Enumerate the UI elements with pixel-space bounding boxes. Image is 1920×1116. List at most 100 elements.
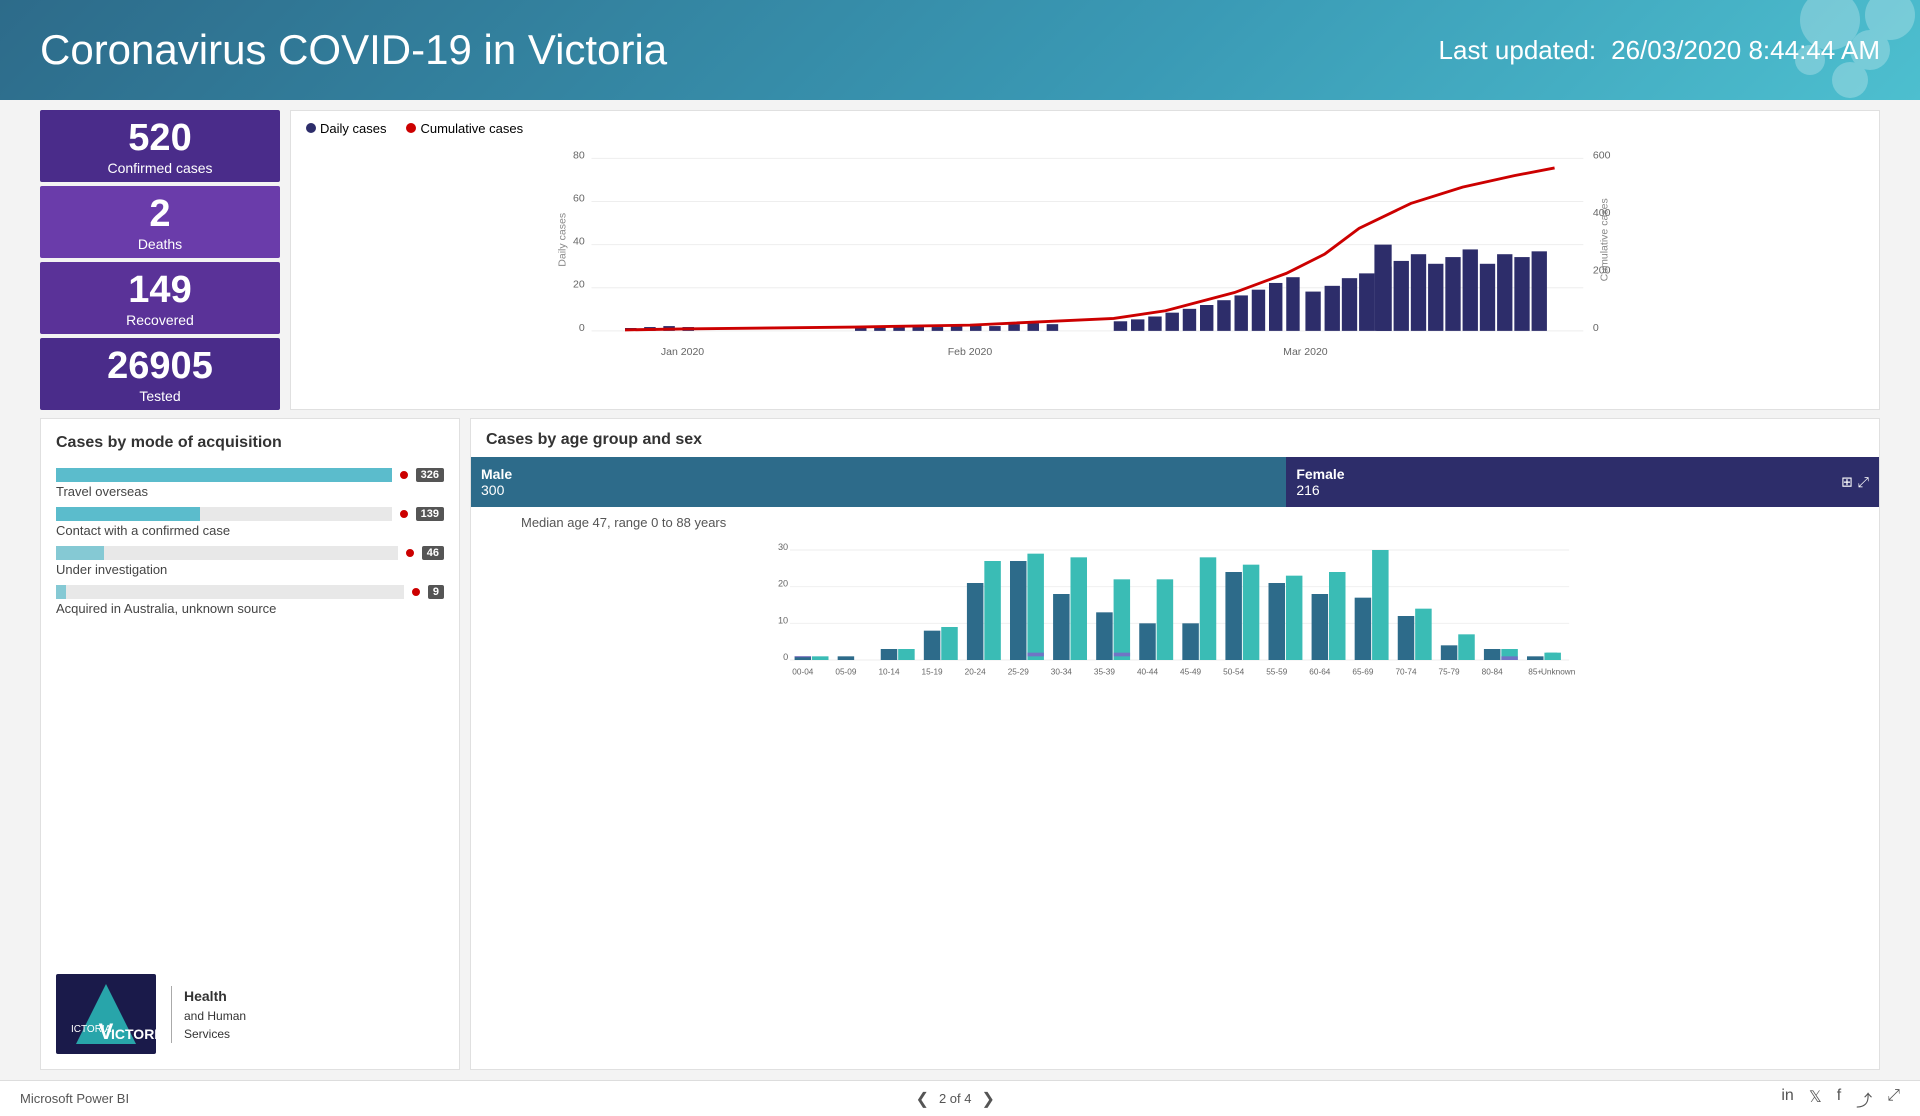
australia-dot (410, 586, 422, 598)
stats-column: 520 Confirmed cases 2 Deaths 149 Recover… (40, 110, 280, 410)
svg-text:Feb 2020: Feb 2020 (948, 346, 993, 358)
contact-value: 139 (416, 507, 444, 521)
svg-text:45-49: 45-49 (1180, 668, 1202, 677)
contact-dot (398, 508, 410, 520)
contact-bar-bg (56, 507, 392, 521)
cumulative-legend-label: Cumulative cases (420, 121, 523, 136)
footer-social-icons: in 𝕏 f ⤴ ⤢ (1781, 1087, 1900, 1111)
filter-icon[interactable]: ⊞ (1841, 474, 1853, 491)
male-label: Male (481, 466, 1276, 482)
acquisition-title: Cases by mode of acquisition (56, 434, 444, 452)
australia-value: 9 (428, 585, 444, 599)
svg-text:ICTORIA: ICTORIA (71, 1024, 112, 1035)
svg-text:00-04: 00-04 (792, 668, 814, 677)
svg-text:60: 60 (573, 193, 585, 205)
chart-legend: Daily cases Cumulative cases (306, 121, 1864, 136)
age-chart-container: 30 20 10 0 (471, 534, 1879, 1069)
travel-bar-fill (56, 468, 392, 482)
recovered-label: Recovered (126, 312, 194, 328)
svg-text:Unknown: Unknown (1541, 668, 1576, 677)
footer-nav: ❮ 2 of 4 ❯ (916, 1089, 995, 1109)
acq-travel-item: 326 Travel overseas (56, 468, 444, 499)
facebook-icon[interactable]: f (1837, 1087, 1841, 1111)
male-bar[interactable]: Male 300 (471, 457, 1286, 507)
svg-text:10-14: 10-14 (878, 668, 900, 677)
investigation-bar-bg (56, 546, 398, 560)
daily-chart-panel: Daily cases Cumulative cases 80 60 40 20… (290, 110, 1880, 410)
travel-value: 326 (416, 468, 444, 482)
contact-label: Contact with a confirmed case (56, 523, 444, 538)
australia-bar-bg (56, 585, 404, 599)
svg-text:Daily cases: Daily cases (557, 213, 569, 267)
confirmed-cases-card: 520 Confirmed cases (40, 110, 280, 182)
svg-text:10: 10 (778, 615, 788, 625)
acq-contact-item: 139 Contact with a confirmed case (56, 507, 444, 538)
svg-text:ICTORIA: ICTORIA (111, 1026, 156, 1042)
fullscreen-icon[interactable]: ⤢ (1887, 1087, 1900, 1111)
expand-icon[interactable]: ⤢ (1858, 474, 1869, 491)
travel-bar-bg (56, 468, 392, 482)
australia-label: Acquired in Australia, unknown source (56, 601, 444, 616)
travel-label: Travel overseas (56, 484, 444, 499)
victoria-text: Health and Human Services (171, 986, 246, 1043)
acquisition-panel: Cases by mode of acquisition 326 Travel … (40, 418, 460, 1070)
investigation-dot (404, 547, 416, 559)
recovered-card: 149 Recovered (40, 262, 280, 334)
investigation-value: 46 (422, 546, 444, 560)
bottom-row: Cases by mode of acquisition 326 Travel … (40, 418, 1880, 1070)
page-info: 2 of 4 (939, 1091, 972, 1106)
twitter-icon[interactable]: 𝕏 (1809, 1087, 1822, 1111)
confirmed-cases-value: 520 (128, 117, 191, 160)
svg-text:75-79: 75-79 (1439, 668, 1461, 677)
sex-bars-row: Male 300 Female 216 ⊞ ⤢ (471, 457, 1879, 507)
footer-brand: Microsoft Power BI (20, 1091, 129, 1106)
header-title: Coronavirus COVID-19 in Victoria (40, 26, 667, 74)
tested-label: Tested (139, 388, 180, 404)
deaths-card: 2 Deaths (40, 186, 280, 258)
svg-text:55-59: 55-59 (1266, 668, 1288, 677)
svg-text:0: 0 (1593, 322, 1599, 334)
svg-text:40-44: 40-44 (1137, 668, 1159, 677)
prev-page-button[interactable]: ❮ (916, 1089, 929, 1109)
female-bar[interactable]: Female 216 ⊞ ⤢ (1286, 457, 1879, 507)
age-sex-title: Cases by age group and sex (471, 419, 1879, 457)
svg-text:70-74: 70-74 (1395, 668, 1417, 677)
svg-text:60-64: 60-64 (1309, 668, 1331, 677)
share-icon[interactable]: ⤴ (1856, 1087, 1872, 1111)
age-chart-svg: 30 20 10 0 (486, 539, 1864, 759)
tested-card: 26905 Tested (40, 338, 280, 410)
svg-text:80: 80 (573, 149, 585, 161)
svg-text:50-54: 50-54 (1223, 668, 1245, 677)
daily-legend-dot (306, 123, 316, 133)
svg-text:05-09: 05-09 (835, 668, 857, 677)
female-count: 216 (1296, 482, 1869, 498)
confirmed-cases-label: Confirmed cases (107, 160, 212, 176)
svg-text:65-69: 65-69 (1352, 668, 1374, 677)
svg-text:Mar 2020: Mar 2020 (1283, 346, 1328, 358)
linkedin-icon[interactable]: in (1781, 1087, 1793, 1111)
investigation-label: Under investigation (56, 562, 444, 577)
svg-text:30: 30 (778, 542, 788, 552)
australia-bar-fill (56, 585, 66, 599)
svg-text:25-29: 25-29 (1008, 668, 1030, 677)
header-decor (1570, 0, 1920, 100)
acq-australia-item: 9 Acquired in Australia, unknown source (56, 585, 444, 616)
svg-text:Cumulative cases: Cumulative cases (1598, 198, 1610, 281)
svg-text:20: 20 (573, 279, 585, 291)
contact-bar-fill (56, 507, 200, 521)
svg-text:Jan 2020: Jan 2020 (661, 346, 704, 358)
svg-text:15-19: 15-19 (922, 668, 944, 677)
svg-text:0: 0 (579, 322, 585, 334)
age-sex-panel: Cases by age group and sex Male 300 Fema… (470, 418, 1880, 1070)
main-content: 520 Confirmed cases 2 Deaths 149 Recover… (0, 100, 1920, 1080)
deaths-label: Deaths (138, 236, 182, 252)
daily-legend-label: Daily cases (320, 121, 386, 136)
victoria-logo-svg: V ICTORIA ICTORIA (56, 974, 156, 1054)
deaths-value: 2 (149, 193, 170, 236)
svg-text:20: 20 (778, 579, 788, 589)
median-text: Median age 47, range 0 to 88 years (471, 507, 1879, 534)
svg-text:35-39: 35-39 (1094, 668, 1116, 677)
top-row: 520 Confirmed cases 2 Deaths 149 Recover… (40, 110, 1880, 410)
cumulative-legend-dot (406, 123, 416, 133)
next-page-button[interactable]: ❯ (982, 1089, 995, 1109)
